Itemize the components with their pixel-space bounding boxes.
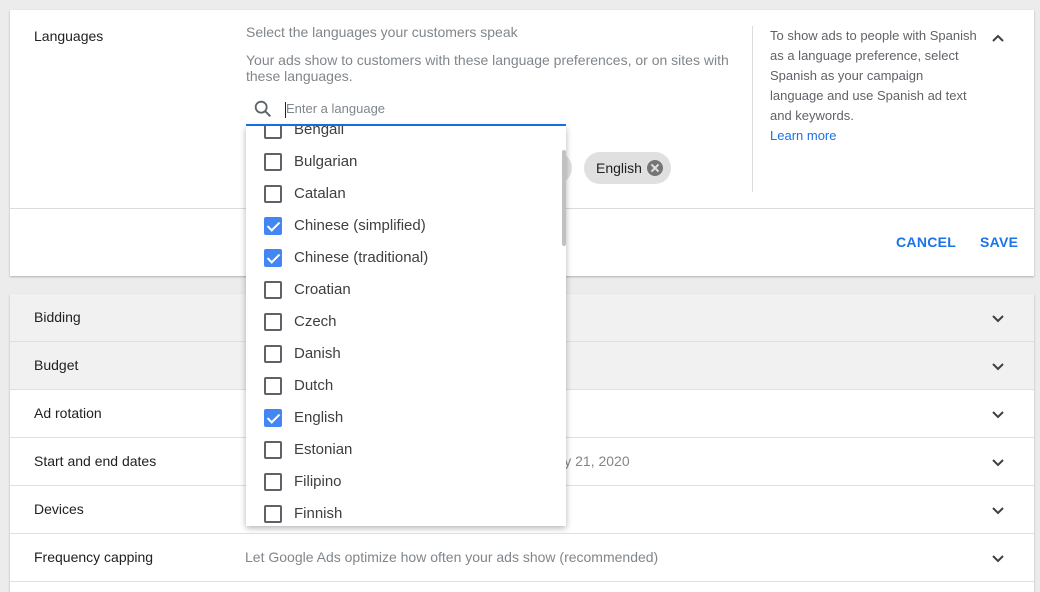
language-search[interactable]: [246, 94, 566, 126]
language-option[interactable]: Catalan: [246, 178, 552, 210]
language-option-label: Catalan: [294, 185, 346, 202]
row-label: Ad rotation: [34, 405, 102, 421]
language-option-label: Chinese (simplified): [294, 217, 426, 234]
language-option[interactable]: Dutch: [246, 370, 552, 402]
languages-subtitle: Select the languages your customers spea…: [246, 24, 518, 40]
language-option-label: Filipino: [294, 473, 342, 490]
settings-row-frequency-capping[interactable]: Frequency capping Let Google Ads optimiz…: [10, 534, 1034, 582]
cancel-button[interactable]: CANCEL: [896, 234, 956, 250]
language-option-label: Czech: [294, 313, 337, 330]
vertical-divider: [752, 26, 753, 192]
checkbox[interactable]: [264, 126, 282, 139]
checkbox[interactable]: [264, 313, 282, 331]
language-option[interactable]: Croatian: [246, 274, 552, 306]
languages-description: Your ads show to customers with these la…: [246, 52, 729, 84]
language-option[interactable]: Filipino: [246, 466, 552, 498]
checkbox[interactable]: [264, 505, 282, 523]
chevron-up-icon[interactable]: [988, 28, 1008, 48]
language-option-label: Dutch: [294, 377, 334, 394]
row-label: Frequency capping: [34, 549, 154, 565]
checkbox-checked[interactable]: [264, 217, 282, 235]
save-button[interactable]: SAVE: [980, 234, 1018, 250]
language-dropdown: Bengali Bulgarian Catalan Chinese (simplifi…: [246, 126, 566, 526]
row-value: Let Google Ads optimize how often your a…: [245, 549, 659, 565]
checkbox-checked[interactable]: [264, 249, 282, 267]
language-option-label: Finnish: [294, 505, 343, 522]
checkbox[interactable]: [264, 377, 282, 395]
language-option[interactable]: English: [246, 402, 552, 434]
search-icon: [254, 100, 272, 118]
language-option-label: Bulgarian: [294, 153, 358, 170]
language-option[interactable]: Bengali: [246, 126, 552, 146]
languages-help: To show ads to people with Spanish as a …: [770, 26, 980, 146]
chevron-down-icon: [992, 555, 1004, 563]
language-option[interactable]: Estonian: [246, 434, 552, 466]
language-option[interactable]: Finnish: [246, 498, 552, 526]
row-label: Bidding: [34, 309, 81, 325]
language-option[interactable]: Danish: [246, 338, 552, 370]
language-option[interactable]: Bulgarian: [246, 146, 552, 178]
remove-chip-icon[interactable]: [647, 160, 663, 176]
languages-title: Languages: [34, 28, 104, 44]
checkbox[interactable]: [264, 185, 282, 203]
chevron-down-icon: [992, 507, 1004, 515]
language-option-label: Chinese (traditional): [294, 249, 429, 266]
language-option-label: English: [294, 409, 344, 426]
chevron-down-icon: [992, 363, 1004, 371]
language-option-label: Bengali: [294, 126, 345, 138]
chevron-down-icon: [992, 459, 1004, 467]
checkbox[interactable]: [264, 345, 282, 363]
row-label: Devices: [34, 501, 84, 517]
checkbox[interactable]: [264, 281, 282, 299]
language-search-input[interactable]: [286, 98, 556, 118]
checkbox[interactable]: [264, 473, 282, 491]
language-option-label: Croatian: [294, 281, 351, 298]
checkbox[interactable]: [264, 441, 282, 459]
language-option[interactable]: Chinese (simplified): [246, 210, 552, 242]
scrollbar-thumb[interactable]: [562, 150, 566, 246]
chevron-down-icon: [992, 411, 1004, 419]
checkbox[interactable]: [264, 153, 282, 171]
learn-more-link[interactable]: Learn more: [770, 128, 836, 143]
language-option-label: Danish: [294, 345, 341, 362]
help-text: To show ads to people with Spanish as a …: [770, 28, 977, 123]
language-option-label: Estonian: [294, 441, 353, 458]
chevron-down-icon: [992, 315, 1004, 323]
language-option[interactable]: Czech: [246, 306, 552, 338]
row-label: Budget: [34, 357, 79, 373]
text-cursor: [285, 102, 286, 118]
chip-label: English: [596, 160, 642, 176]
checkbox-checked[interactable]: [264, 409, 282, 427]
language-option[interactable]: Chinese (traditional): [246, 242, 552, 274]
row-label: Start and end dates: [34, 453, 157, 469]
language-chip-english: English: [584, 152, 671, 184]
